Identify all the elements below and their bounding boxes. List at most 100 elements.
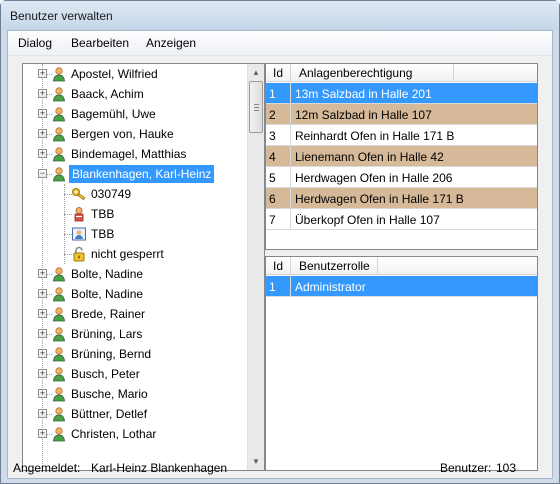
permission-row[interactable]: 7 Überkopf Ofen in Halle 107	[266, 209, 537, 230]
expand-icon[interactable]: +	[38, 409, 47, 418]
expand-icon[interactable]: +	[38, 89, 47, 98]
menu-dialog[interactable]: Dialog	[17, 36, 53, 50]
tree-user-node[interactable]: + Apostel, Wilfried	[23, 64, 243, 84]
tree-user-label[interactable]: Bolte, Nadine	[69, 267, 145, 281]
status-logged-in-label: Angemeldet:	[13, 461, 81, 475]
permission-row[interactable]: 6 Herdwagen Ofen in Halle 171 B	[266, 188, 537, 209]
expand-icon[interactable]: +	[38, 349, 47, 358]
tree-user-label[interactable]: Brüning, Bernd	[69, 347, 153, 361]
tree-user-node[interactable]: + Brüning, Bernd	[23, 344, 243, 364]
permission-row[interactable]: 3 Reinhardt Ofen in Halle 171 B	[266, 125, 537, 146]
tree-user-label[interactable]: Busch, Peter	[69, 367, 142, 381]
tree-user-label[interactable]: Christen, Lothar	[69, 427, 158, 441]
tree-detail-node[interactable]: 030749	[23, 184, 243, 204]
client-area: Dialog Bearbeiten Anzeigen ▲ ▼ + Apostel…	[7, 30, 553, 479]
status-users-label: Benutzer:	[440, 461, 492, 475]
tree-user-label[interactable]: Apostel, Wilfried	[69, 67, 160, 81]
title-bar[interactable]: Benutzer verwalten	[1, 1, 559, 30]
user-icon	[51, 366, 67, 382]
permission-row[interactable]: 4 Lienemann Ofen in Halle 42	[266, 146, 537, 167]
scroll-up-icon[interactable]: ▲	[248, 64, 264, 81]
expand-icon[interactable]: +	[38, 149, 47, 158]
permission-cell-id: 4	[269, 150, 276, 164]
tree-detail-label[interactable]: TBB	[89, 207, 116, 221]
permissions-header-id[interactable]: Id	[273, 66, 283, 80]
tree-user-node[interactable]: + Büttner, Detlef	[23, 404, 243, 424]
tree-user-label[interactable]: Baack, Achim	[69, 87, 146, 101]
user-icon	[51, 286, 67, 302]
tree-scrollbar[interactable]: ▲ ▼	[247, 64, 264, 470]
permission-row[interactable]: 1 13m Salzbad in Halle 201	[266, 83, 537, 104]
expand-icon[interactable]: +	[38, 109, 47, 118]
expand-icon[interactable]: +	[38, 329, 47, 338]
expand-icon[interactable]: +	[38, 269, 47, 278]
user-icon	[51, 406, 67, 422]
tree-user-label[interactable]: Brede, Rainer	[69, 307, 147, 321]
status-logged-in-user: Karl-Heinz Blankenhagen	[91, 461, 228, 475]
scroll-thumb[interactable]	[249, 81, 263, 133]
permission-cell-id: 7	[269, 213, 276, 227]
menu-anzeigen[interactable]: Anzeigen	[145, 36, 197, 50]
person-icon	[71, 206, 87, 222]
user-tree[interactable]: ▲ ▼ + Apostel, Wilfried + Baack, Achim + B…	[22, 63, 265, 471]
expand-icon[interactable]: +	[38, 389, 47, 398]
tree-detail-node[interactable]: nicht gesperrt	[23, 244, 243, 264]
collapse-icon[interactable]: −	[38, 169, 47, 178]
tree-user-node[interactable]: + Baack, Achim	[23, 84, 243, 104]
tree-user-label[interactable]: Bergen von, Hauke	[69, 127, 176, 141]
permission-cell-id: 3	[269, 129, 276, 143]
tree-detail-label[interactable]: 030749	[89, 187, 133, 201]
roles-grid[interactable]: Id Benutzerrolle 1 Administrator	[265, 256, 538, 471]
menu-bearbeiten[interactable]: Bearbeiten	[70, 36, 130, 50]
tree-user-label[interactable]: Bagemühl, Uwe	[69, 107, 158, 121]
expand-icon[interactable]: +	[38, 369, 47, 378]
permission-row[interactable]: 2 12m Salzbad in Halle 107	[266, 104, 537, 125]
tree-user-node[interactable]: + Bolte, Nadine	[23, 284, 243, 304]
user-icon	[51, 386, 67, 402]
tree-user-node[interactable]: + Bergen von, Hauke	[23, 124, 243, 144]
tree-user-node[interactable]: + Christen, Lothar	[23, 424, 243, 444]
tree-user-node[interactable]: + Bindemagel, Matthias	[23, 144, 243, 164]
expand-icon[interactable]: +	[38, 309, 47, 318]
tree-detail-label[interactable]: TBB	[89, 227, 116, 241]
tree-user-node[interactable]: + Busche, Mario	[23, 384, 243, 404]
roles-grid-header: Id Benutzerrolle	[266, 257, 537, 275]
tree-user-node[interactable]: + Brede, Rainer	[23, 304, 243, 324]
user-icon	[51, 346, 67, 362]
permissions-header-name[interactable]: Anlagenberechtigung	[299, 66, 412, 80]
permissions-grid[interactable]: Id Anlagenberechtigung 1 13m Salzbad in H…	[265, 63, 538, 250]
permission-cell-name: 12m Salzbad in Halle 107	[295, 108, 432, 122]
roles-header-id[interactable]: Id	[273, 259, 283, 273]
tree-user-node[interactable]: + Bagemühl, Uwe	[23, 104, 243, 124]
tree-detail-node[interactable]: TBB	[23, 224, 243, 244]
tree-user-node[interactable]: − Blankenhagen, Karl-Heinz	[23, 164, 243, 184]
user-icon	[51, 86, 67, 102]
tree-user-node[interactable]: + Busch, Peter	[23, 364, 243, 384]
permission-cell-name: 13m Salzbad in Halle 201	[295, 87, 432, 101]
role-row[interactable]: 1 Administrator	[266, 276, 537, 297]
photo-icon	[71, 226, 87, 242]
tree-user-label[interactable]: Busche, Mario	[69, 387, 150, 401]
permission-cell-name: Überkopf Ofen in Halle 107	[295, 213, 440, 227]
expand-icon[interactable]: +	[38, 69, 47, 78]
expand-icon[interactable]: +	[38, 289, 47, 298]
tree-user-label[interactable]: Bolte, Nadine	[69, 287, 145, 301]
roles-header-name[interactable]: Benutzerrolle	[299, 259, 370, 273]
tree-user-label[interactable]: Brüning, Lars	[69, 327, 144, 341]
expand-icon[interactable]: +	[38, 129, 47, 138]
permission-row[interactable]: 5 Herdwagen Ofen in Halle 206	[266, 167, 537, 188]
expand-icon[interactable]: +	[38, 429, 47, 438]
tree-user-label-selected[interactable]: Blankenhagen, Karl-Heinz	[69, 165, 215, 183]
status-bar: Angemeldet: Karl-Heinz Blankenhagen Benu…	[8, 455, 552, 478]
user-icon	[51, 266, 67, 282]
user-icon	[51, 166, 67, 182]
tree-detail-label[interactable]: nicht gesperrt	[89, 247, 166, 261]
tree-detail-node[interactable]: TBB	[23, 204, 243, 224]
tree-user-node[interactable]: + Brüning, Lars	[23, 324, 243, 344]
menu-bar: Dialog Bearbeiten Anzeigen	[8, 31, 552, 56]
app-window: Benutzer verwalten Dialog Bearbeiten Anz…	[0, 0, 560, 484]
tree-user-node[interactable]: + Bolte, Nadine	[23, 264, 243, 284]
permission-cell-id: 2	[269, 108, 276, 122]
tree-user-label[interactable]: Bindemagel, Matthias	[69, 147, 188, 161]
tree-user-label[interactable]: Büttner, Detlef	[69, 407, 149, 421]
